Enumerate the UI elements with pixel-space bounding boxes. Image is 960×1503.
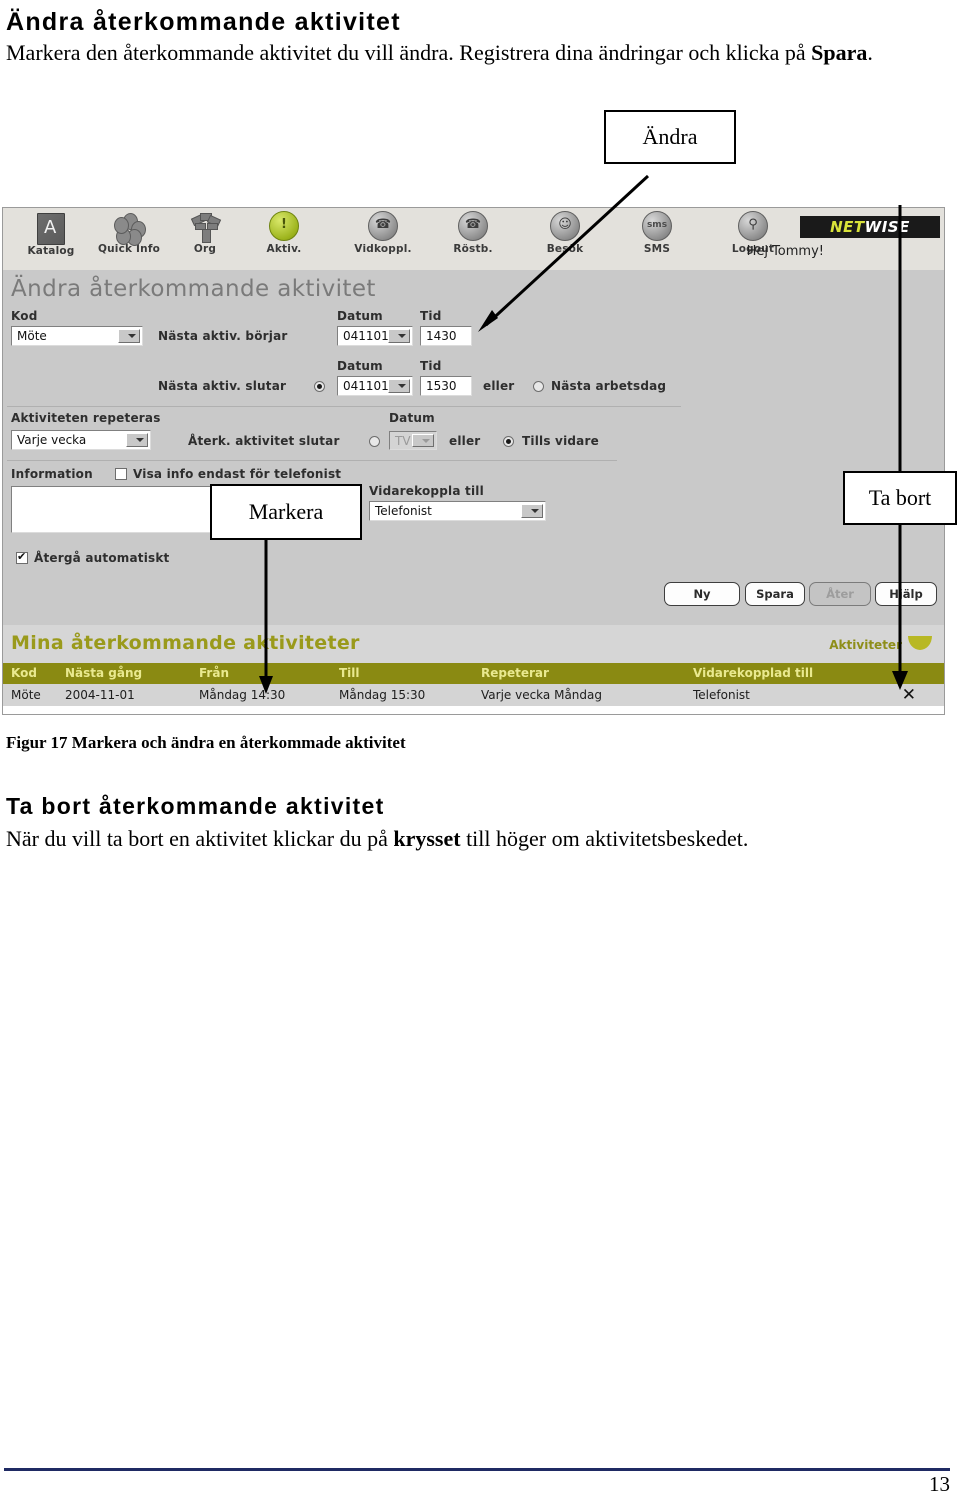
- callout-markera: Markera: [210, 484, 362, 540]
- callout-andra: Ändra: [604, 110, 736, 164]
- leader-arrow-ta-bort: [892, 205, 908, 690]
- callout-ta-bort: Ta bort: [843, 471, 957, 525]
- document-page: Ändra återkommande aktivitet Markera den…: [0, 0, 960, 1503]
